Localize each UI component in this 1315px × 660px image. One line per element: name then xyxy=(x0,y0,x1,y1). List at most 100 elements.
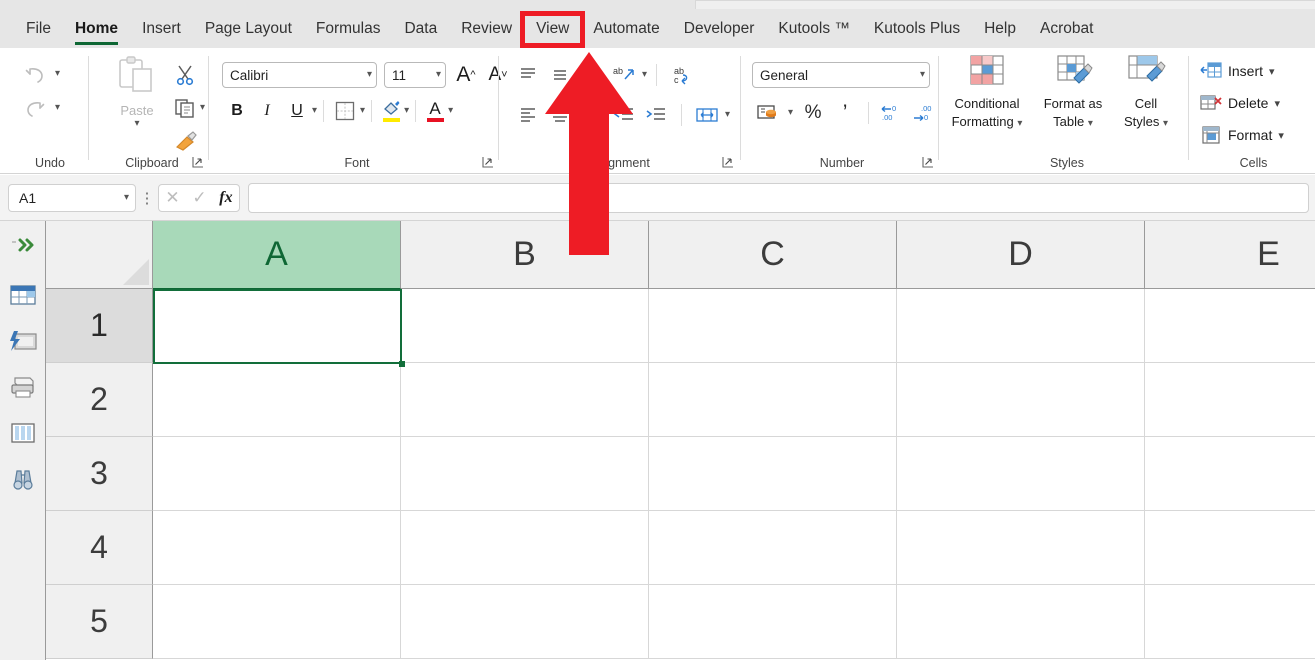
cell-D1[interactable] xyxy=(897,289,1145,363)
ribbon-tab-insert[interactable]: Insert xyxy=(130,15,193,44)
row-header-2[interactable]: 2 xyxy=(46,363,153,437)
alignment-dialog-launcher[interactable] xyxy=(722,156,736,170)
cell-B1[interactable] xyxy=(401,289,649,363)
cell-D2[interactable] xyxy=(897,363,1145,437)
column-header-D[interactable]: D xyxy=(897,221,1145,289)
ribbon-tab-automate[interactable]: Automate xyxy=(581,15,671,44)
redo-button[interactable]: ▾ xyxy=(22,96,60,120)
formula-bar-drag-dots[interactable]: ⋮ xyxy=(136,189,158,207)
worksheet-grid[interactable]: ABCDE12345 xyxy=(46,221,1315,660)
cell-C4[interactable] xyxy=(649,511,897,585)
ribbon-tab-review[interactable]: Review xyxy=(449,15,524,44)
number-dialog-launcher[interactable] xyxy=(922,156,936,170)
fx-icon[interactable]: fx xyxy=(219,189,232,207)
ribbon-tab-page-layout[interactable]: Page Layout xyxy=(193,15,304,44)
ribbon-tab-view[interactable]: View xyxy=(520,10,586,48)
cell-E3[interactable] xyxy=(1145,437,1315,511)
row-header-1[interactable]: 1 xyxy=(46,289,153,363)
column-header-C[interactable]: C xyxy=(649,221,897,289)
ribbon-tab-data[interactable]: Data xyxy=(392,15,449,44)
merge-center-button[interactable] xyxy=(691,100,723,130)
font-family-combobox[interactable]: Calibri ▾ xyxy=(222,62,377,88)
cell-A1[interactable] xyxy=(153,289,401,363)
orientation-chevron-icon[interactable]: ▾ xyxy=(642,70,647,80)
kutools-snapshot[interactable] xyxy=(0,321,46,361)
underline-chevron-icon[interactable]: ▾ xyxy=(312,106,317,116)
delete-cells-button[interactable]: Delete ▾ xyxy=(1200,88,1280,118)
ribbon-tab-developer[interactable]: Developer xyxy=(672,15,767,44)
cell-E1[interactable] xyxy=(1145,289,1315,363)
font-dialog-launcher[interactable] xyxy=(482,156,496,170)
clipboard-dialog-launcher[interactable] xyxy=(192,156,206,170)
bold-button[interactable]: B xyxy=(222,96,252,126)
row-header-5[interactable]: 5 xyxy=(46,585,153,659)
insert-cells-button[interactable]: Insert ▾ xyxy=(1200,56,1275,86)
ribbon-tab-home[interactable]: Home xyxy=(63,15,130,45)
format-as-table-button[interactable]: Format as Table ▾ xyxy=(1030,54,1116,129)
copy-dropdown-chevron-icon[interactable]: ▾ xyxy=(200,102,205,113)
ribbon-tab-kutools[interactable]: Kutools ™ xyxy=(766,15,862,44)
cell-C5[interactable] xyxy=(649,585,897,659)
comma-style-button[interactable]: ’ xyxy=(829,98,861,128)
kutools-print[interactable] xyxy=(0,367,46,407)
number-format-combobox[interactable]: General ▾ xyxy=(752,62,930,88)
cell-A3[interactable] xyxy=(153,437,401,511)
ribbon-tab-help[interactable]: Help xyxy=(972,15,1028,44)
delete-cells-chevron-icon[interactable]: ▾ xyxy=(1274,97,1280,110)
cell-D5[interactable] xyxy=(897,585,1145,659)
name-box-chevron-icon[interactable]: ▾ xyxy=(124,192,129,203)
fill-handle[interactable] xyxy=(399,361,405,367)
fill-color-chevron-icon[interactable]: ▾ xyxy=(404,106,409,116)
cut-button[interactable] xyxy=(174,58,205,91)
cell-B2[interactable] xyxy=(401,363,649,437)
column-header-A[interactable]: A xyxy=(153,221,401,289)
wrap-text-button[interactable]: ab c xyxy=(666,60,698,90)
ribbon-tab-formulas[interactable]: Formulas xyxy=(304,15,393,44)
borders-chevron-icon[interactable]: ▾ xyxy=(360,106,365,116)
accounting-format-button[interactable] xyxy=(752,98,784,128)
redo-dropdown-chevron-icon[interactable]: ▾ xyxy=(55,103,60,113)
cell-C3[interactable] xyxy=(649,437,897,511)
decrease-decimal-button[interactable]: .00 0 xyxy=(908,98,940,128)
increase-decimal-button[interactable]: 0 .00 xyxy=(876,98,908,128)
cancel-x-icon[interactable]: ✕ xyxy=(165,188,179,208)
format-cells-button[interactable]: Format ▾ xyxy=(1200,120,1284,150)
kutools-find[interactable] xyxy=(0,459,46,499)
cell-C1[interactable] xyxy=(649,289,897,363)
underline-button[interactable]: U xyxy=(282,96,312,126)
ribbon-tab-file[interactable]: File xyxy=(14,15,63,44)
increase-indent-button[interactable] xyxy=(640,100,672,130)
paste-button[interactable]: Paste ▾ xyxy=(106,56,168,129)
font-size-combobox[interactable]: 11 ▾ xyxy=(384,62,446,88)
percent-style-button[interactable]: % xyxy=(797,98,829,128)
align-left-button[interactable] xyxy=(512,100,544,130)
font-color-button[interactable]: A xyxy=(422,97,448,125)
kutools-navigation-pane[interactable] xyxy=(0,275,46,315)
confirm-check-icon[interactable]: ✓ xyxy=(192,188,206,208)
cell-E5[interactable] xyxy=(1145,585,1315,659)
increase-font-size-button[interactable]: A ^ xyxy=(452,61,480,89)
kutools-expand[interactable] xyxy=(0,225,46,265)
font-color-chevron-icon[interactable]: ▾ xyxy=(448,106,453,116)
align-top-button[interactable] xyxy=(512,60,544,90)
font-size-chevron-icon[interactable]: ▾ xyxy=(436,70,441,80)
select-all-corner[interactable] xyxy=(46,221,153,289)
copy-button[interactable]: ▾ xyxy=(174,91,205,124)
cell-A4[interactable] xyxy=(153,511,401,585)
cell-E2[interactable] xyxy=(1145,363,1315,437)
cell-A2[interactable] xyxy=(153,363,401,437)
column-header-E[interactable]: E xyxy=(1145,221,1315,289)
cell-B3[interactable] xyxy=(401,437,649,511)
row-header-4[interactable]: 4 xyxy=(46,511,153,585)
ribbon-tab-kutools-plus[interactable]: Kutools Plus xyxy=(862,15,972,44)
accounting-chevron-icon[interactable]: ▾ xyxy=(788,108,793,118)
number-format-chevron-icon[interactable]: ▾ xyxy=(920,70,925,80)
conditional-formatting-button[interactable]: Conditional Formatting ▾ xyxy=(944,54,1030,129)
font-family-chevron-icon[interactable]: ▾ xyxy=(367,70,372,80)
paste-dropdown-chevron-icon[interactable]: ▾ xyxy=(106,119,168,129)
italic-button[interactable]: I xyxy=(252,96,282,126)
cell-A5[interactable] xyxy=(153,585,401,659)
format-painter-button[interactable] xyxy=(174,124,205,157)
formula-input[interactable] xyxy=(248,182,1309,213)
cell-D4[interactable] xyxy=(897,511,1145,585)
